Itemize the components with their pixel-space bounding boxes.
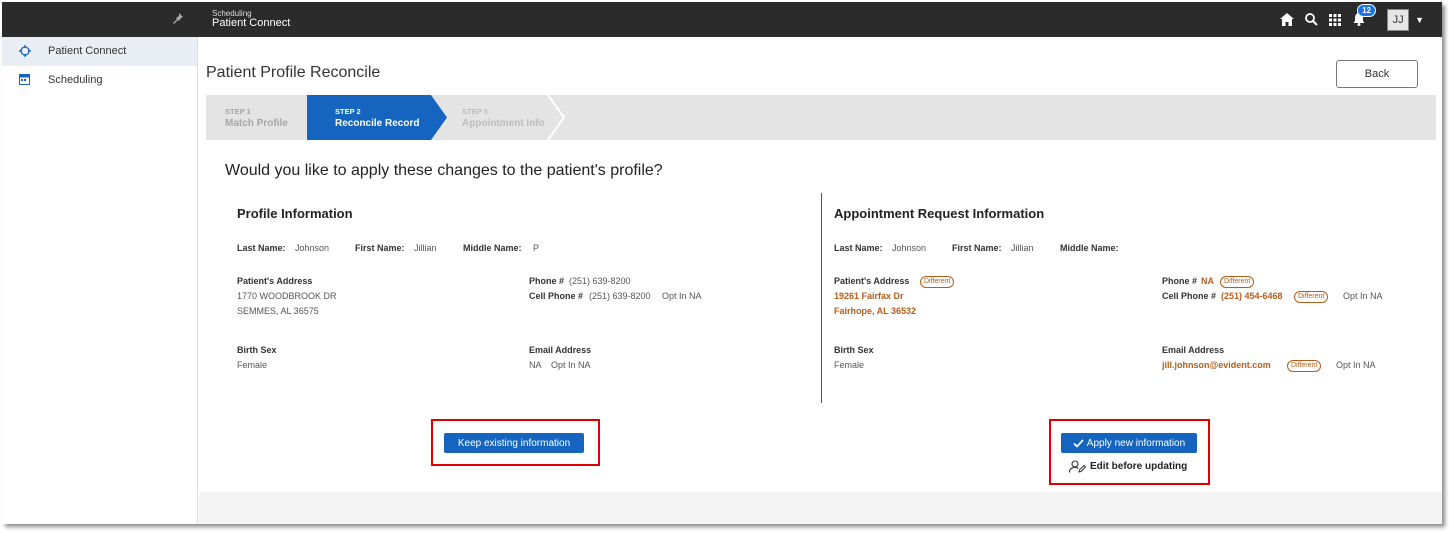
- address-label: Patient's Address: [237, 276, 313, 286]
- home-icon[interactable]: [1275, 8, 1299, 32]
- top-bar: Scheduling Patient Connect 12 JJ ▼: [2, 2, 1442, 37]
- phone-label: Phone #: [1162, 276, 1198, 286]
- app-title: Patient Connect: [212, 17, 291, 29]
- keep-existing-button[interactable]: Keep existing information: [444, 433, 584, 453]
- address-line1: 19261 Fairfax Dr: [834, 291, 904, 301]
- edit-user-icon: [1069, 460, 1086, 473]
- first-name-label: First Name:: [952, 243, 1002, 253]
- apps-grid-icon[interactable]: [1323, 8, 1347, 32]
- cell-phone-label: Cell Phone #: [529, 291, 584, 301]
- middle-name-value: P: [533, 243, 540, 253]
- apply-new-label: Apply new information: [1086, 437, 1186, 449]
- different-badge: Different: [920, 276, 955, 288]
- middle-name-label: Middle Name:: [1060, 243, 1119, 253]
- email-label: Email Address: [1162, 345, 1225, 355]
- step-end-chevron: [547, 95, 566, 140]
- search-icon[interactable]: [1299, 8, 1323, 32]
- last-name-label: Last Name:: [237, 243, 286, 253]
- birth-sex-value: Female: [237, 360, 268, 370]
- column-divider: [821, 193, 822, 403]
- edit-before-updating-link[interactable]: Edit before updating: [1069, 460, 1187, 473]
- different-badge: Different: [1287, 360, 1322, 372]
- sidebar-item-label: Patient Connect: [48, 45, 127, 57]
- cell-phone-value: (251) 454-6468: [1221, 291, 1283, 301]
- last-name-label: Last Name:: [834, 243, 883, 253]
- step-number: STEP 3: [462, 107, 488, 116]
- cell-opt-in: Opt In NA: [1343, 291, 1383, 301]
- sidebar-item-patient-connect[interactable]: Patient Connect: [2, 37, 197, 66]
- birth-sex-label: Birth Sex: [834, 345, 874, 355]
- top-icons: 12 JJ ▼: [1275, 2, 1424, 37]
- notification-badge: 12: [1357, 3, 1376, 17]
- bell-icon[interactable]: 12: [1347, 3, 1376, 32]
- reconcile-question: Would you like to apply these changes to…: [225, 162, 663, 179]
- address-line2: Fairhope, AL 36532: [834, 306, 917, 316]
- last-name-value: Johnson: [892, 243, 927, 253]
- step-label: Appointment Info: [462, 118, 545, 129]
- first-name-value: Jillian: [414, 243, 437, 253]
- email-label: Email Address: [529, 345, 592, 355]
- page-title: Patient Profile Reconcile: [206, 64, 381, 81]
- birth-sex-label: Birth Sex: [237, 345, 277, 355]
- last-name-value: Johnson: [295, 243, 330, 253]
- different-badge: Different: [1220, 276, 1255, 288]
- back-button[interactable]: Back: [1336, 60, 1418, 88]
- address-line2: SEMMES, AL 36575: [237, 306, 319, 316]
- cell-opt-in: Opt In NA: [662, 291, 702, 301]
- email-value: NA: [529, 360, 542, 370]
- address-line1: 1770 WOODBROOK DR: [237, 291, 337, 301]
- content-panel: Patient Profile Reconcile Back STEP 1 Ma…: [199, 37, 1442, 492]
- email-opt-in: Opt In NA: [1336, 360, 1376, 370]
- edit-before-updating-label: Edit before updating: [1090, 461, 1188, 472]
- first-name-label: First Name:: [355, 243, 405, 253]
- checkmark-icon: [1073, 438, 1084, 448]
- sidebar: Patient Connect Scheduling: [2, 37, 198, 524]
- app-window: Scheduling Patient Connect 12 JJ ▼ Patie…: [2, 2, 1442, 524]
- avatar[interactable]: JJ: [1387, 8, 1410, 31]
- request-info-title: Appointment Request Information: [834, 206, 1045, 221]
- different-badge: Different: [1294, 291, 1329, 303]
- email-value: jill.johnson@evident.com: [1162, 360, 1271, 370]
- first-name-value: Jillian: [1011, 243, 1034, 253]
- phone-label: Phone #: [529, 276, 565, 286]
- crosshair-icon: [19, 45, 31, 57]
- pin-icon[interactable]: [172, 12, 186, 26]
- apply-new-button[interactable]: Apply new information: [1061, 433, 1197, 453]
- email-opt-in: Opt In NA: [551, 360, 591, 370]
- birth-sex-value: Female: [834, 360, 865, 370]
- calendar-icon: [19, 74, 31, 86]
- step-appointment-info: STEP 3 Appointment Info: [206, 95, 586, 140]
- profile-info-title: Profile Information: [237, 206, 353, 221]
- cell-phone-value: (251) 639-8200: [589, 291, 651, 301]
- cell-phone-label: Cell Phone #: [1162, 291, 1217, 301]
- main-content: Patient Profile Reconcile Back STEP 1 Ma…: [199, 37, 1442, 524]
- phone-value: (251) 639-8200: [569, 276, 631, 286]
- middle-name-label: Middle Name:: [463, 243, 522, 253]
- step-wizard: STEP 1 Match Profile STEP 2 Reconcile Re…: [206, 95, 1436, 140]
- sidebar-item-scheduling[interactable]: Scheduling: [2, 66, 197, 95]
- address-label: Patient's Address: [834, 276, 910, 286]
- sidebar-item-label: Scheduling: [48, 74, 103, 86]
- chevron-down-icon[interactable]: ▼: [1415, 15, 1424, 25]
- phone-value: NA: [1201, 276, 1214, 286]
